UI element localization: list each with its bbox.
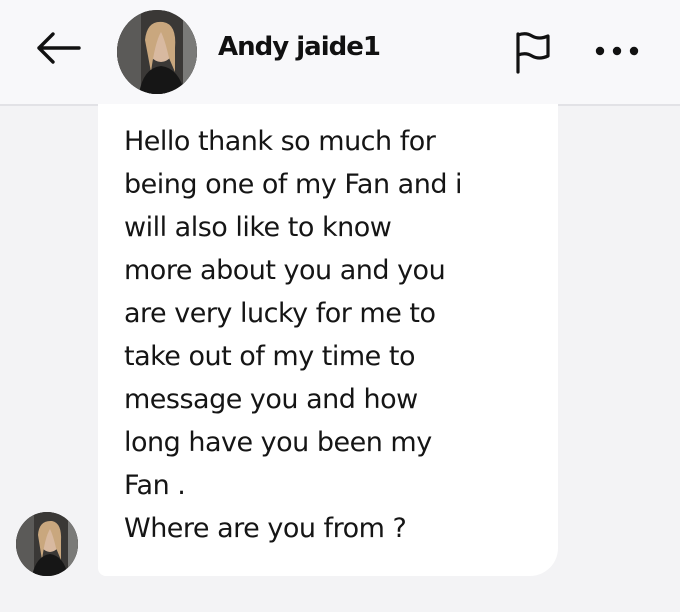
arrow-left-icon (37, 32, 81, 64)
avatar[interactable] (117, 10, 197, 94)
contact-name[interactable]: Andy jaide1 (218, 32, 381, 62)
chat-header: Andy jaide1 (0, 0, 680, 106)
more-horizontal-icon (595, 46, 639, 56)
sender-avatar[interactable] (16, 512, 78, 576)
profile-photo (117, 10, 197, 94)
report-button[interactable] (510, 28, 554, 76)
flag-icon (516, 32, 550, 74)
profile-photo (16, 512, 78, 576)
message-text: Hello thank so much for being one of my … (124, 126, 463, 544)
more-options-button[interactable] (592, 36, 642, 66)
back-button[interactable] (32, 28, 84, 68)
